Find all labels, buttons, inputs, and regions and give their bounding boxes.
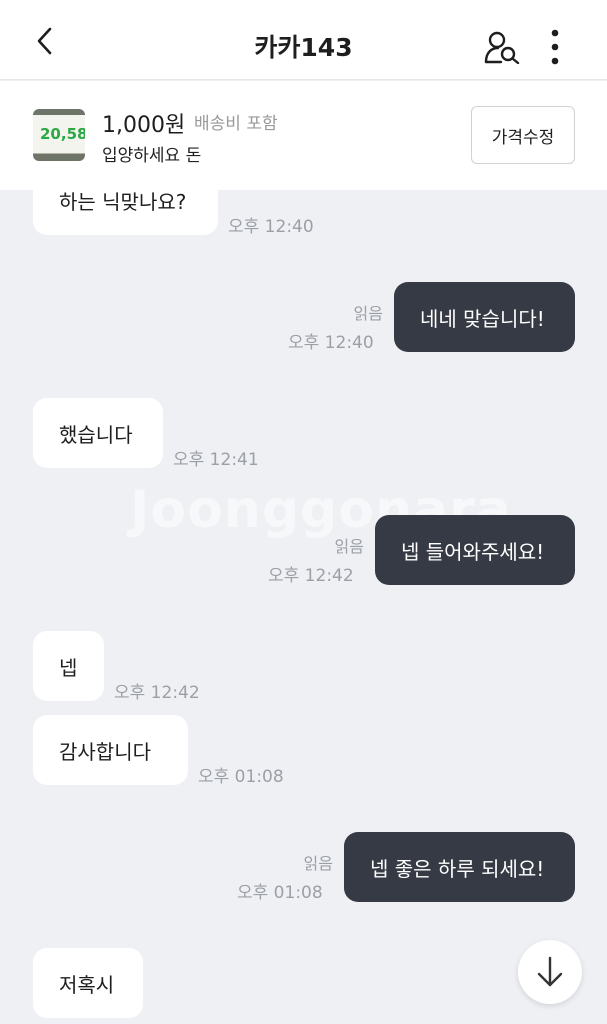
more-vertical-icon [551,29,559,65]
product-price: 1,000원 [102,113,186,138]
read-receipt: 읽음 [353,304,383,323]
incoming-message[interactable]: 저혹시 [33,948,143,1018]
edit-price-button[interactable]: 가격수정 [471,106,575,164]
profile-search-button[interactable] [484,30,522,65]
outgoing-message[interactable]: 넵 들어와주세요! [375,515,575,585]
shipping-note: 배송비 포함 [194,114,278,134]
message-list[interactable]: Joonggonara 하는 닉맞나요? 오후 12:40 네네 맞습니다! 읽… [0,190,607,1024]
product-name: 입양하세요 돈 [102,146,202,166]
message-time: 오후 12:42 [114,683,200,703]
message-time: 오후 01:08 [198,767,284,787]
product-bar[interactable]: 20,58 1,000원 배송비 포함 입양하세요 돈 가격수정 [0,81,607,190]
outgoing-message[interactable]: 네네 맞습니다! [394,282,575,352]
arrow-down-icon [537,956,563,987]
message-time: 오후 12:40 [288,333,374,353]
scroll-to-bottom-button[interactable] [518,940,582,1004]
read-receipt: 읽음 [303,854,333,873]
more-options-button[interactable] [545,28,565,66]
top-bar: 카카143 [0,0,607,80]
incoming-message[interactable]: 하는 닉맞나요? [33,190,218,235]
outgoing-message[interactable]: 넵 좋은 하루 되세요! [344,832,575,902]
thumbnail-text: 20,58 [40,125,85,143]
read-receipt: 읽음 [334,537,364,556]
message-time: 오후 12:41 [173,450,259,470]
message-time: 오후 12:42 [268,566,354,586]
incoming-message[interactable]: 감사합니다 [33,715,188,785]
incoming-message[interactable]: 했습니다 [33,398,163,468]
message-time: 오후 12:40 [228,217,314,237]
product-thumbnail[interactable]: 20,58 [33,109,85,161]
user-search-icon [484,31,520,65]
message-time: 오후 01:08 [237,883,323,903]
chat-screen: 카카143 20,58 1,000원 배송비 포함 입양하세요 돈 가격수정 J… [0,0,607,1024]
incoming-message[interactable]: 넵 [33,631,104,701]
